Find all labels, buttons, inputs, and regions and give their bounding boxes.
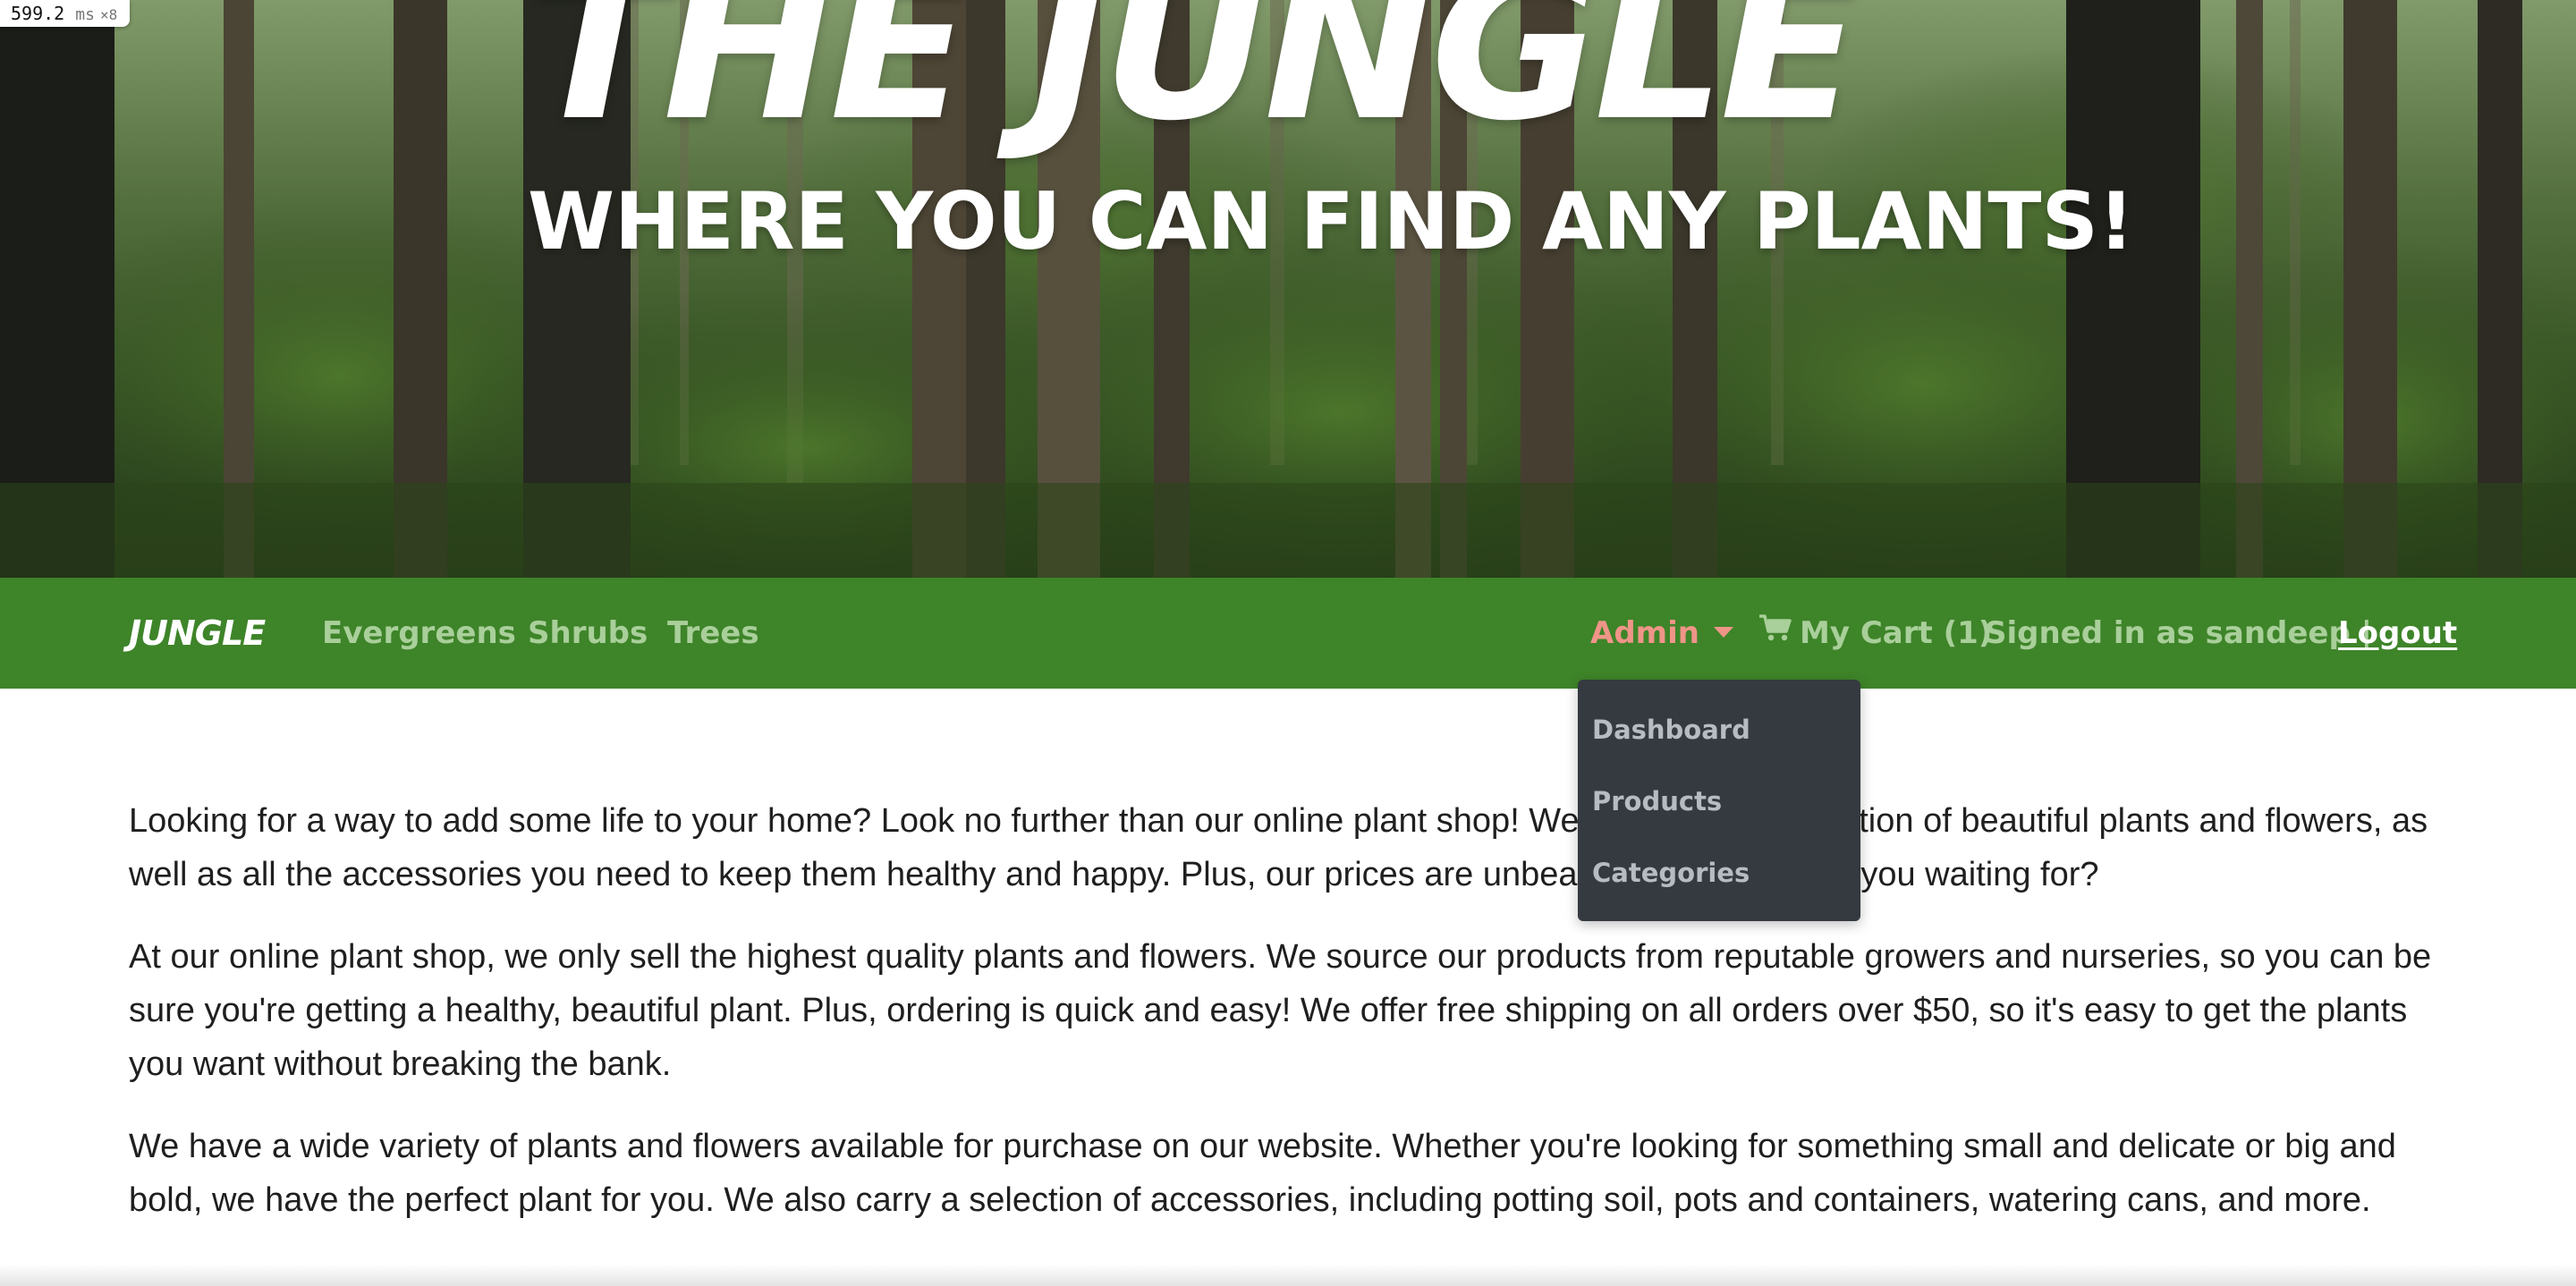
shopping-cart-icon xyxy=(1758,577,1792,688)
brand-logo-link[interactable]: JUNGLE xyxy=(129,578,266,689)
perf-unit: ms xyxy=(75,5,95,24)
hero-title: THE JUNGLE xyxy=(528,0,1860,166)
signed-in-text: Signed in as sandeep | xyxy=(1985,615,2373,651)
variety-paragraph: We have a wide variety of plants and flo… xyxy=(129,1128,2396,1219)
caret-down-icon xyxy=(1713,626,1733,638)
hero-subtitle: WHERE YOU CAN FIND ANY PLANTS! xyxy=(528,175,2134,267)
dropdown-item-dashboard[interactable]: Dashboard xyxy=(1592,717,1750,743)
dropdown-item-products[interactable]: Products xyxy=(1592,789,1722,815)
nav-link-evergreens[interactable]: Evergreens xyxy=(322,578,516,689)
admin-dropdown-menu: Dashboard Products Categories xyxy=(1578,680,1860,921)
hero-banner: THE JUNGLE WHERE YOU CAN FIND ANY PLANTS… xyxy=(0,0,2576,578)
performance-badge: 599.2 ms ×8 xyxy=(0,0,131,27)
nav-link-shrubs[interactable]: Shrubs xyxy=(528,578,648,689)
admin-dropdown-toggle[interactable]: Admin xyxy=(1590,578,1733,689)
page-bottom-fade xyxy=(0,1265,2576,1286)
admin-label: Admin xyxy=(1590,615,1699,651)
perf-value: 599.2 xyxy=(11,3,65,24)
main-navbar: JUNGLE Evergreens Shrubs Trees Admin My … xyxy=(0,578,2576,689)
perf-multiplier: ×8 xyxy=(99,6,118,23)
logout-link[interactable]: Logout xyxy=(2338,578,2457,689)
cart-label: My Cart (1) xyxy=(1800,615,1993,651)
quality-paragraph: At our online plant shop, we only sell t… xyxy=(129,938,2432,1083)
dropdown-item-categories[interactable]: Categories xyxy=(1592,860,1750,886)
nav-link-trees[interactable]: Trees xyxy=(667,578,759,689)
intro-paragraph: Looking for a way to add some life to yo… xyxy=(129,802,2428,893)
intro-content: Looking for a way to add some life to yo… xyxy=(129,794,2454,1256)
my-cart-link[interactable]: My Cart (1) xyxy=(1758,578,1992,689)
